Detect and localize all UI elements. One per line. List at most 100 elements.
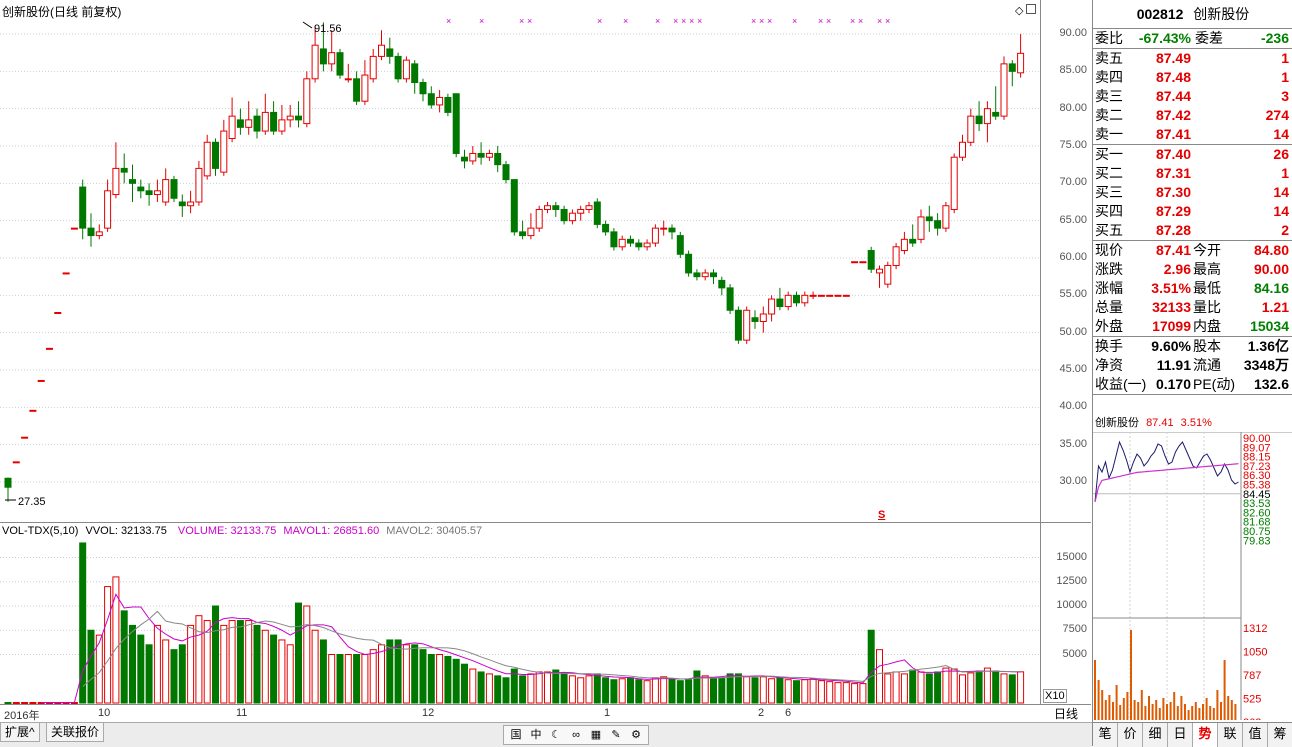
panel-tab[interactable]: 价 — [1118, 723, 1143, 747]
candle — [726, 284, 734, 315]
candle-body — [452, 93, 460, 154]
candle — [79, 179, 87, 240]
volume-bar — [104, 586, 112, 704]
volume-bar — [950, 668, 958, 704]
volume-bar — [685, 679, 693, 704]
fin-value: 11.91 — [1156, 357, 1191, 373]
volume-bar — [394, 639, 402, 704]
chinese-input-icon[interactable]: 中 — [527, 726, 545, 744]
candle — [975, 101, 983, 132]
candle-body — [120, 167, 128, 173]
price-tick: 90.00 — [1059, 27, 1087, 39]
candle — [784, 291, 792, 311]
candle — [676, 231, 684, 259]
price-tick: 30.00 — [1059, 475, 1087, 487]
candle-body — [801, 294, 809, 304]
panel-tab[interactable]: 日 — [1168, 723, 1193, 747]
panel-tab[interactable]: 势 — [1193, 723, 1218, 747]
vol-indicator-name: VOL-TDX(5,10) — [2, 525, 79, 537]
candle-body — [469, 152, 477, 162]
vol-header: VOL-TDX(5,10) VVOL: 32133.75 VOLUME: 321… — [2, 525, 482, 537]
related-quotes-tab[interactable]: 关联报价 — [46, 723, 105, 742]
candle — [651, 224, 659, 247]
intraday-volume-tick: 787 — [1243, 670, 1261, 682]
kline-svg: × × × × × × × × × × × × × × × × × × × × × — [0, 16, 1040, 502]
candle-body — [867, 250, 875, 270]
candle-body — [892, 246, 900, 266]
date-label: 11 — [236, 707, 248, 719]
order-label: 买五 — [1095, 222, 1123, 238]
candle — [195, 160, 203, 206]
diamond-icon[interactable]: ◇ — [1015, 4, 1023, 17]
signal-x-mark: × — [527, 16, 532, 26]
candle — [261, 93, 269, 135]
candle — [12, 461, 20, 464]
volume-bar — [593, 673, 601, 704]
candle — [95, 224, 103, 240]
pen-icon[interactable]: ✎ — [607, 726, 625, 744]
price-tick: 55.00 — [1059, 288, 1087, 301]
volume-bar — [494, 675, 502, 704]
candle-body — [402, 59, 410, 80]
candle-body — [411, 63, 419, 84]
candle-body — [776, 298, 784, 308]
candle-body — [286, 115, 294, 121]
volume-bar — [162, 639, 170, 704]
candle-body — [195, 167, 203, 203]
volume-bar — [461, 663, 468, 704]
volume-bar — [552, 669, 560, 704]
intraday-pct: 3.51% — [1180, 417, 1212, 429]
candle — [344, 63, 352, 83]
moon-icon[interactable]: ☾ — [547, 726, 565, 744]
candle — [793, 291, 800, 307]
volume-bar — [602, 677, 610, 704]
signal-x-mark: × — [681, 16, 686, 26]
fin-row: 净资 11.91 流通 3348万 — [1093, 356, 1292, 375]
candle — [768, 295, 776, 322]
volume-bar — [925, 673, 933, 704]
order-label: 卖一 — [1095, 126, 1123, 142]
order-volume: 1 — [1281, 69, 1289, 85]
candle — [876, 265, 883, 288]
wrench-icon[interactable]: ⚙ — [627, 726, 645, 744]
candle — [809, 291, 817, 300]
date-label: 6 — [785, 707, 792, 719]
volume-bar — [585, 675, 593, 704]
volume-tick: 10000 — [1056, 599, 1087, 611]
expand-tab[interactable]: 扩展^ — [0, 723, 40, 742]
kline-chart[interactable]: × × × × × × × × × × × × × × × × × × × × × 创新股份(日线 前复权) ◇ 91.… — [0, 0, 1041, 522]
panel-tab[interactable]: 笔 — [1093, 723, 1118, 747]
panel-tab[interactable]: 筹 — [1268, 723, 1292, 747]
candle — [552, 202, 560, 217]
volume-chart[interactable]: VOL-TDX(5,10) VVOL: 32133.75 VOLUME: 321… — [0, 522, 1041, 705]
candle-body — [685, 253, 693, 274]
panel-tab[interactable]: 细 — [1143, 723, 1168, 747]
price-tick: 70.00 — [1059, 176, 1087, 189]
stat-label: 外盘 — [1095, 318, 1123, 334]
keyboard-icon[interactable]: ▦ — [587, 726, 605, 744]
stock-header: 002812 创新股份 — [1093, 0, 1292, 29]
panel-tab[interactable]: 联 — [1218, 723, 1243, 747]
volume-bar — [353, 654, 361, 704]
link-icon[interactable]: ∞ — [567, 726, 585, 744]
panel-tabs: 笔价细日势联值筹 — [1093, 722, 1292, 747]
volume-bar — [336, 654, 344, 704]
signal-x-mark: × — [751, 16, 756, 26]
intraday-chart[interactable]: 创新股份 87.41 3.51% 90.00 89.07 88.15 87.23 86.… — [1093, 414, 1292, 720]
volume-bar — [751, 677, 759, 704]
close-box-icon[interactable] — [1026, 4, 1036, 14]
national-flag-icon[interactable]: 国 — [507, 726, 525, 744]
signal-x-mark: × — [597, 16, 602, 26]
volume-bar — [834, 682, 842, 704]
panel-tab[interactable]: 值 — [1243, 723, 1268, 747]
period-tab-daily[interactable]: 日线 — [1041, 704, 1091, 723]
weibi-value: -67.43% — [1138, 30, 1191, 46]
volume-bar — [228, 620, 236, 704]
candle-body — [884, 264, 892, 285]
candle-body — [394, 55, 402, 80]
volume-bar — [627, 677, 634, 704]
candle — [54, 312, 62, 315]
candle-body — [378, 44, 385, 57]
signal-x-mark: × — [673, 16, 678, 26]
candle — [29, 409, 37, 412]
